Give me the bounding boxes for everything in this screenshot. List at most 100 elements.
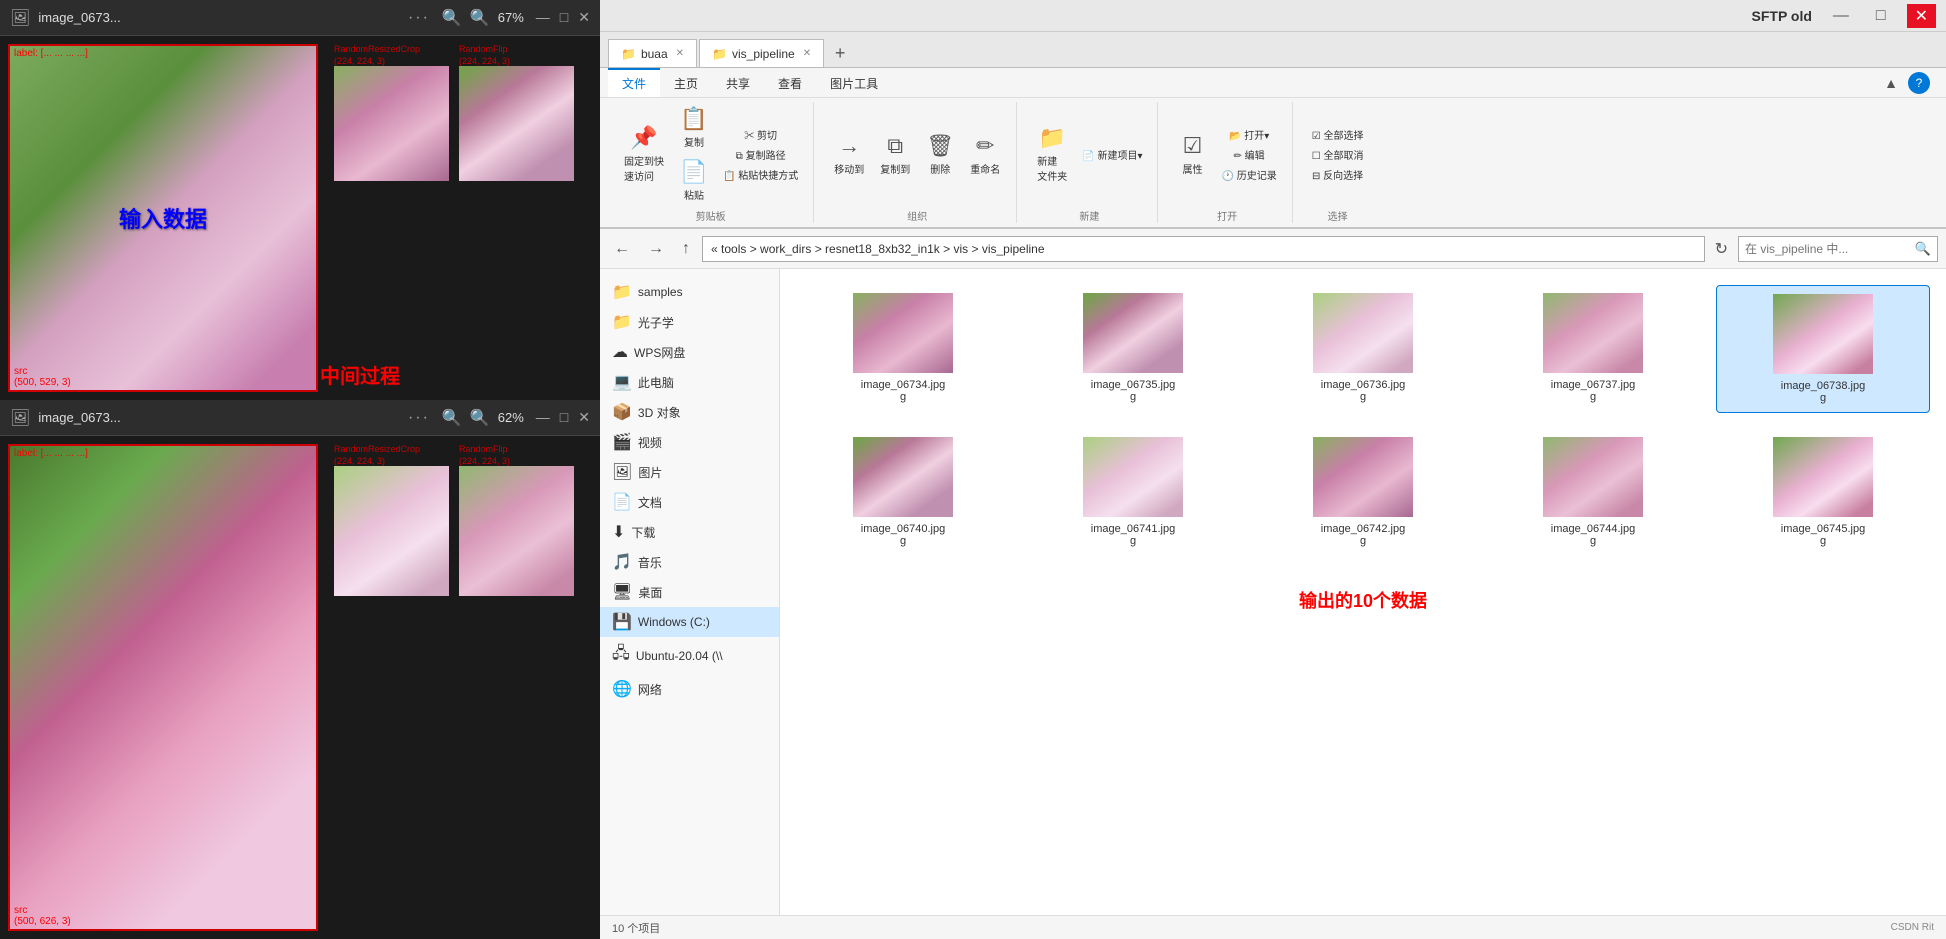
sidebar-item-desktop[interactable]: 🖥 桌面	[600, 577, 779, 607]
nav-forward-btn[interactable]: →	[642, 236, 670, 262]
properties-btn[interactable]: ☑ 属性	[1172, 129, 1212, 180]
bottom-close-btn[interactable]: ✕	[578, 409, 590, 426]
file-thumb-06741	[1083, 437, 1183, 517]
top-maximize-btn[interactable]: □	[560, 9, 568, 26]
sidebar-item-music[interactable]: 🎵 音乐	[600, 547, 779, 577]
new-item-btn[interactable]: 📄 新建项目▾	[1077, 145, 1147, 164]
ribbon-content: 📌 固定到快速访问 📋 复制 📄 粘贴 ✂	[600, 98, 1946, 227]
paste-shortcut-btn[interactable]: 📋 粘贴快捷方式	[718, 165, 803, 184]
select-all-btn[interactable]: ☑ 全部选择	[1307, 125, 1369, 144]
ribbon-group-new: 📁 新建文件夹 📄 新建项目▾ 新建	[1021, 102, 1158, 223]
ribbon-tab-home[interactable]: 主页	[660, 68, 712, 97]
tab-buaa-close[interactable]: ✕	[676, 48, 684, 59]
sidebar-item-downloads[interactable]: ⬇ 下载	[600, 517, 779, 547]
organize-items: → 移动到 ⧉ 复制到 🗑 删除 ✏ 重命名	[828, 102, 1006, 206]
search-box[interactable]: 🔍	[1738, 236, 1938, 262]
output-label: 输出的10个数据	[796, 587, 1930, 613]
edit-btn[interactable]: ✏ 编辑	[1216, 145, 1281, 164]
file-item-06744[interactable]: image_06744.jpgg	[1486, 429, 1700, 555]
cut-btn[interactable]: ✂ 剪切	[718, 125, 803, 144]
breadcrumb-path[interactable]: « tools > work_dirs > resnet18_8xb32_in1…	[702, 236, 1705, 262]
top-thumb2-label: RandomFlip	[459, 44, 508, 54]
copy-to-btn[interactable]: ⧉ 复制到	[874, 129, 916, 180]
paste-btn[interactable]: 📄 粘贴	[674, 155, 714, 206]
sidebar-item-docs-label: 文档	[638, 494, 662, 511]
top-viewer-titlebar: 🖼 image_0673... ··· 🔍 🔍 67% — □ ✕	[0, 0, 600, 36]
invert-select-btn[interactable]: ⊟ 反向选择	[1307, 165, 1369, 184]
nav-back-btn[interactable]: ←	[608, 236, 636, 262]
sidebar-item-guangzi[interactable]: 📁 光子学	[600, 307, 779, 337]
copy-path-label: ⧉ 复制路径	[736, 147, 786, 162]
open-btn[interactable]: 📂 打开▾	[1216, 125, 1281, 144]
zoom-in-btn[interactable]: 🔍	[470, 8, 490, 28]
ribbon-tab-view[interactable]: 查看	[764, 68, 816, 97]
ribbon-tab-file[interactable]: 文件	[608, 68, 660, 97]
network-icon: 🌐	[612, 679, 632, 699]
file-item-06738[interactable]: image_06738.jpgg	[1716, 285, 1930, 413]
file-item-06737[interactable]: image_06737.jpgg	[1486, 285, 1700, 413]
guangzi-icon: 📁	[612, 312, 632, 332]
sidebar-item-3d[interactable]: 📦 3D 对象	[600, 397, 779, 427]
sidebar-item-wps[interactable]: ☁ WPS网盘	[600, 337, 779, 367]
copy-path-btn[interactable]: ⧉ 复制路径	[718, 145, 803, 164]
bottom-viewer-menu[interactable]: ···	[408, 409, 430, 427]
file-item-06736[interactable]: image_06736.jpgg	[1256, 285, 1470, 413]
top-viewer-menu[interactable]: ···	[408, 9, 430, 27]
bottom-maximize-btn[interactable]: □	[560, 409, 568, 426]
bottom-minimize-btn[interactable]: —	[536, 409, 550, 426]
open-label: 📂 打开▾	[1229, 127, 1269, 142]
explorer-close-btn[interactable]: ✕	[1907, 4, 1936, 28]
search-input[interactable]	[1745, 242, 1915, 256]
file-item-06734[interactable]: image_06734.jpgg	[796, 285, 1010, 413]
sidebar-item-windows-c[interactable]: 💾 Windows (C:)	[600, 607, 779, 637]
tab-vis-pipeline[interactable]: 📁 vis_pipeline ✕	[699, 39, 824, 67]
file-item-06741[interactable]: image_06741.jpgg	[1026, 429, 1240, 555]
tab-add-btn[interactable]: +	[826, 39, 854, 67]
sidebar-item-samples[interactable]: 📁 samples	[600, 277, 779, 307]
tab-buaa[interactable]: 📁 buaa ✕	[608, 39, 697, 67]
zoom-out-btn[interactable]: 🔍	[442, 8, 462, 28]
explorer-titlebar: SFTP old — □ ✕	[600, 0, 1946, 32]
explorer-minimize-btn[interactable]: —	[1827, 5, 1855, 27]
sidebar-item-3d-label: 3D 对象	[638, 404, 681, 421]
select-none-label: ☐ 全部取消	[1312, 147, 1364, 162]
top-minimize-btn[interactable]: —	[536, 9, 550, 26]
ribbon-tab-picture[interactable]: 图片工具	[816, 68, 892, 97]
new-folder-btn[interactable]: 📁 新建文件夹	[1031, 121, 1073, 187]
new-folder-icon: 📁	[1039, 125, 1066, 151]
top-thumb1-label: RandomResizedCrop	[334, 44, 420, 54]
ribbon-collapse-btn[interactable]: ▲	[1880, 73, 1902, 93]
delete-btn[interactable]: 🗑 删除	[920, 129, 960, 180]
copy-btn[interactable]: 📋 复制	[674, 102, 714, 153]
nav-up-btn[interactable]: ↑	[676, 236, 696, 262]
rename-btn[interactable]: ✏ 重命名	[964, 129, 1006, 180]
sidebar-item-pictures[interactable]: 🖼 图片	[600, 457, 779, 487]
sidebar-item-ubuntu[interactable]: 🖧 Ubuntu-20.04 (\\	[600, 637, 779, 674]
move-to-btn[interactable]: → 移动到	[828, 129, 870, 180]
file-item-06742[interactable]: image_06742.jpgg	[1256, 429, 1470, 555]
sidebar-item-network[interactable]: 🌐 网络	[600, 674, 779, 704]
sidebar-item-pc[interactable]: 💻 此电脑	[600, 367, 779, 397]
pin-quick-btn[interactable]: 📌 固定到快速访问	[618, 121, 670, 187]
sidebar-item-video[interactable]: 🎬 视频	[600, 427, 779, 457]
file-name-06740: image_06740.jpgg	[861, 523, 945, 547]
bottom-thumb1-flower	[334, 466, 449, 596]
history-btn[interactable]: 🕐 历史记录	[1216, 165, 1281, 184]
ribbon-tab-share[interactable]: 共享	[712, 68, 764, 97]
file-item-06740[interactable]: image_06740.jpgg	[796, 429, 1010, 555]
select-none-btn[interactable]: ☐ 全部取消	[1307, 145, 1369, 164]
bottom-zoom-in-btn[interactable]: 🔍	[470, 408, 490, 428]
top-close-btn[interactable]: ✕	[578, 9, 590, 26]
file-item-06745[interactable]: image_06745.jpgg	[1716, 429, 1930, 555]
sidebar-item-docs[interactable]: 📄 文档	[600, 487, 779, 517]
sidebar-item-downloads-label: 下载	[631, 524, 655, 541]
help-btn[interactable]: ?	[1908, 72, 1930, 94]
bottom-zoom-out-btn[interactable]: 🔍	[442, 408, 462, 428]
file-thumb-06744	[1543, 437, 1643, 517]
explorer-maximize-btn[interactable]: □	[1870, 5, 1892, 27]
tab-vis-close[interactable]: ✕	[803, 48, 811, 59]
move-icon: →	[838, 133, 860, 159]
refresh-btn[interactable]: ↻	[1711, 235, 1732, 263]
bottom-thumb-2: RandomFlip (224, 224, 3)	[459, 444, 574, 596]
file-item-06735[interactable]: image_06735.jpgg	[1026, 285, 1240, 413]
